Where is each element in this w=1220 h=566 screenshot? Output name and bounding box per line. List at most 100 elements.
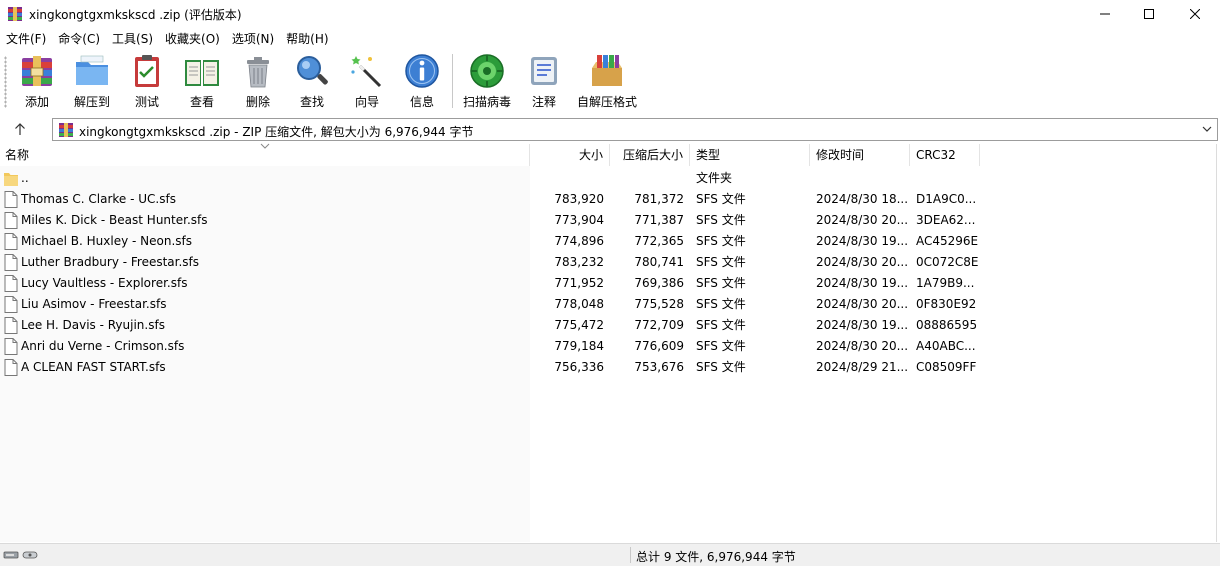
file-size: 778,048 xyxy=(554,297,604,311)
extract-to-label: 解压到 xyxy=(73,95,110,109)
find-icon xyxy=(297,56,328,85)
menu-file[interactable]: 文件(F) xyxy=(0,29,52,49)
file-list: 名称 大小 压缩后大小 类型 修改时间 CRC32 .. 文件夹 Thomas … xyxy=(0,143,1216,542)
drive-icon[interactable] xyxy=(3,549,41,561)
parent-folder-row[interactable]: .. 文件夹 xyxy=(0,168,1216,189)
table-row[interactable]: Michael B. Huxley - Neon.sfs 774,896 772… xyxy=(0,231,1216,252)
view-button[interactable]: 查看 xyxy=(180,52,224,112)
file-modified: 2024/8/30 19... xyxy=(816,318,909,332)
info-label: 信息 xyxy=(409,95,434,109)
address-text: xingkongtgxmkskscd .zip - ZIP 压缩文件, 解包大小… xyxy=(79,125,474,139)
file-name: Lucy Vaultless - Explorer.sfs xyxy=(21,276,188,290)
table-row[interactable]: Anri du Verne - Crimson.sfs 779,184 776,… xyxy=(0,336,1216,357)
file-size: 779,184 xyxy=(554,339,604,353)
file-icon xyxy=(4,275,18,292)
file-crc: A40ABC... xyxy=(916,339,976,353)
wizard-button[interactable]: 向导 xyxy=(347,52,387,112)
file-crc: 1A79B9... xyxy=(916,276,975,290)
menu-options[interactable]: 选项(N) xyxy=(226,29,280,49)
minimize-button[interactable] xyxy=(1082,0,1128,28)
delete-label: 删除 xyxy=(245,95,270,109)
view-label: 查看 xyxy=(189,95,214,109)
wizard-label: 向导 xyxy=(354,95,379,109)
file-packed-size: 772,709 xyxy=(634,318,684,332)
table-row[interactable]: Lucy Vaultless - Explorer.sfs 771,952 76… xyxy=(0,273,1216,294)
file-crc: 08886595 xyxy=(916,318,978,332)
delete-button[interactable]: 删除 xyxy=(238,52,278,112)
file-size: 773,904 xyxy=(554,213,604,227)
file-size: 783,232 xyxy=(554,255,604,269)
file-packed-size xyxy=(610,168,684,189)
file-type: SFS 文件 xyxy=(696,339,746,353)
sfx-button[interactable]: 自解压格式 xyxy=(574,52,640,112)
up-arrow-icon xyxy=(15,122,25,135)
info-button[interactable]: 信息 xyxy=(402,52,442,112)
comment-label: 注释 xyxy=(531,95,556,109)
file-packed-size: 769,386 xyxy=(634,276,684,290)
file-size: 775,472 xyxy=(554,318,604,332)
column-header-type-label: 类型 xyxy=(696,148,721,162)
menu-tools[interactable]: 工具(S) xyxy=(106,29,159,49)
menu-commands[interactable]: 命令(C) xyxy=(52,29,106,49)
column-header-type[interactable]: 类型 xyxy=(690,144,810,166)
column-header-modified[interactable]: 修改时间 xyxy=(810,144,910,166)
file-packed-size: 771,387 xyxy=(634,213,684,227)
maximize-button[interactable] xyxy=(1126,0,1172,28)
file-icon xyxy=(4,254,18,271)
table-row[interactable]: Lee H. Davis - Ryujin.sfs 775,472 772,70… xyxy=(0,315,1216,336)
address-bar[interactable]: xingkongtgxmkskscd .zip - ZIP 压缩文件, 解包大小… xyxy=(52,118,1218,141)
file-modified xyxy=(816,168,910,189)
file-name: Luther Bradbury - Freestar.sfs xyxy=(21,255,200,269)
add-button[interactable]: 添加 xyxy=(16,52,58,112)
toolbar-grip[interactable] xyxy=(4,56,7,108)
virus-scan-icon xyxy=(470,54,504,88)
file-modified: 2024/8/30 19... xyxy=(816,234,909,248)
test-label: 测试 xyxy=(134,95,159,109)
file-type: SFS 文件 xyxy=(696,255,746,269)
column-header-crc-label: CRC32 xyxy=(916,148,956,162)
sort-arrow-icon xyxy=(260,143,270,149)
up-folder-button[interactable] xyxy=(10,120,30,138)
column-header-packed[interactable]: 压缩后大小 xyxy=(610,144,690,166)
test-icon xyxy=(135,55,159,87)
file-modified: 2024/8/29 21... xyxy=(816,360,909,374)
column-header-packed-label: 压缩后大小 xyxy=(622,148,683,162)
window-right-edge xyxy=(1216,144,1220,542)
column-header-crc[interactable]: CRC32 xyxy=(910,144,980,166)
menu-help[interactable]: 帮助(H) xyxy=(280,29,334,49)
file-size: 783,920 xyxy=(554,192,604,206)
file-name: Miles K. Dick - Beast Hunter.sfs xyxy=(21,213,208,227)
test-button[interactable]: 测试 xyxy=(127,52,167,112)
virus-scan-button[interactable]: 扫描病毒 xyxy=(461,52,513,112)
file-type: SFS 文件 xyxy=(696,276,746,290)
file-type: SFS 文件 xyxy=(696,318,746,332)
find-button[interactable]: 查找 xyxy=(292,52,332,112)
table-row[interactable]: A CLEAN FAST START.sfs 756,336 753,676 S… xyxy=(0,357,1216,378)
table-row[interactable]: Thomas C. Clarke - UC.sfs 783,920 781,37… xyxy=(0,189,1216,210)
delete-icon xyxy=(247,57,269,88)
column-header-modified-label: 修改时间 xyxy=(816,148,865,162)
title-bar: xingkongtgxmkskscd .zip (评估版本) xyxy=(0,0,1220,28)
menu-bar: 文件(F) 命令(C) 工具(S) 收藏夹(O) 选项(N) 帮助(H) xyxy=(0,28,1220,50)
table-row[interactable]: Miles K. Dick - Beast Hunter.sfs 773,904… xyxy=(0,210,1216,231)
column-header-name[interactable]: 名称 xyxy=(0,143,530,166)
column-header-size[interactable]: 大小 xyxy=(530,144,610,166)
file-type: SFS 文件 xyxy=(696,213,746,227)
comment-button[interactable]: 注释 xyxy=(524,52,564,112)
file-modified: 2024/8/30 20... xyxy=(816,255,909,269)
maximize-icon xyxy=(1144,9,1154,19)
minimize-icon xyxy=(1100,13,1110,15)
status-bar: 总计 9 文件, 6,976,944 字节 xyxy=(0,543,1220,566)
file-crc xyxy=(916,168,978,189)
chevron-down-icon[interactable] xyxy=(1201,123,1213,135)
view-icon xyxy=(185,60,219,86)
extract-to-button[interactable]: 解压到 xyxy=(70,52,114,112)
status-separator xyxy=(630,547,631,563)
table-row[interactable]: Luther Bradbury - Freestar.sfs 783,232 7… xyxy=(0,252,1216,273)
menu-favorites[interactable]: 收藏夹(O) xyxy=(159,29,226,49)
table-row[interactable]: Liu Asimov - Freestar.sfs 778,048 775,52… xyxy=(0,294,1216,315)
close-button[interactable] xyxy=(1172,0,1218,28)
file-icon xyxy=(4,212,18,229)
file-crc: 0C072C8E xyxy=(916,255,978,269)
winrar-app-icon[interactable] xyxy=(7,6,23,22)
